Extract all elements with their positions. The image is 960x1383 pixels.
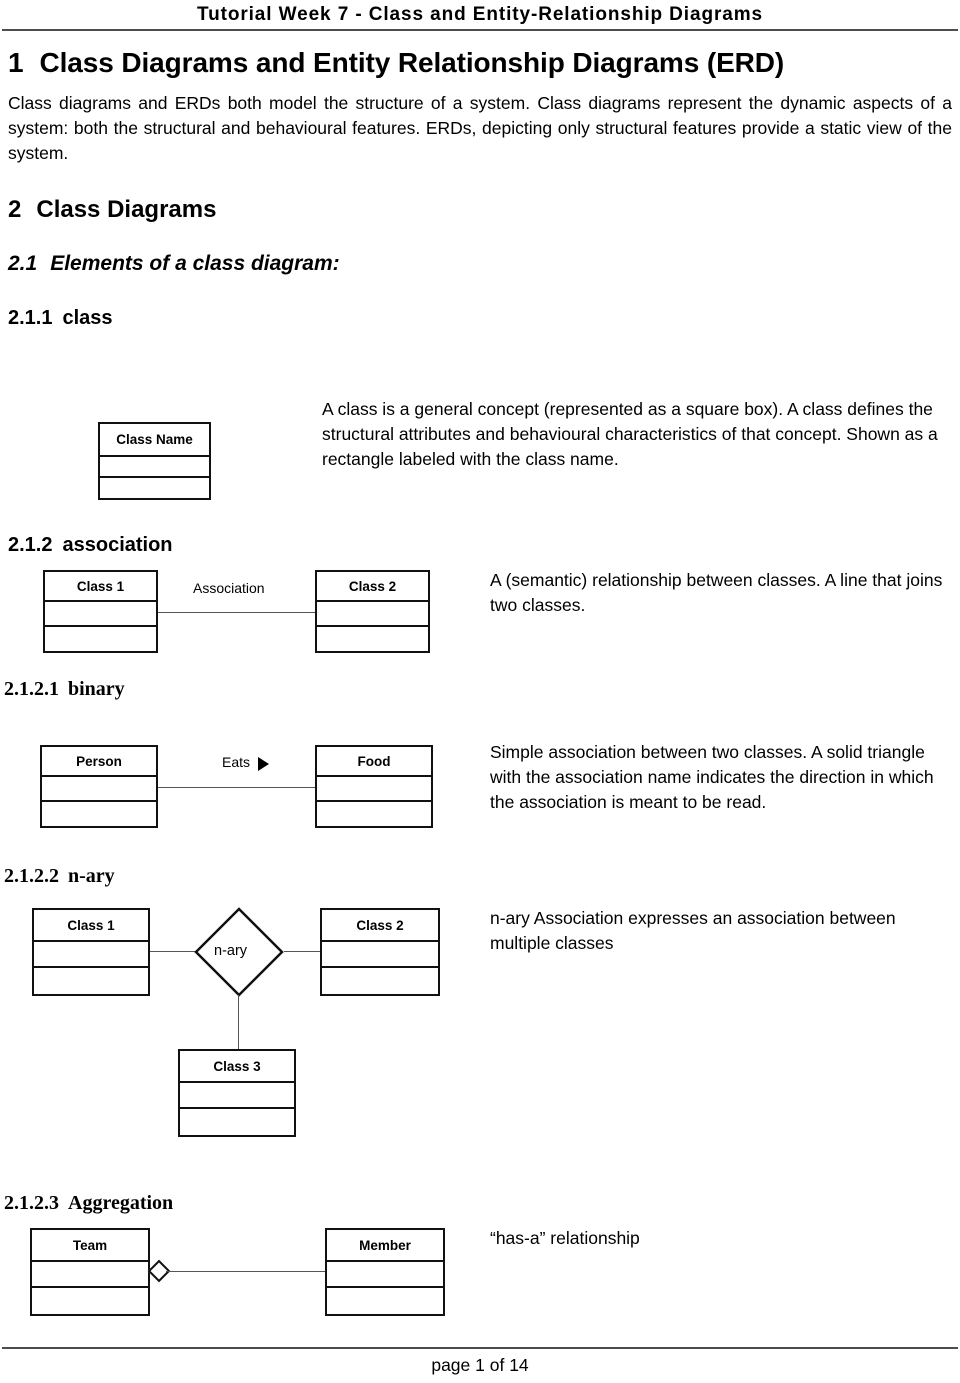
header-divider <box>2 29 958 31</box>
uml-class-name-compartment: Class 3 <box>180 1051 294 1083</box>
nary-diamond-label: n-ary <box>214 943 248 959</box>
footer-divider <box>2 1347 958 1349</box>
heading-section-2-1-2: 2.1.2 association <box>8 534 173 557</box>
heading-section-1-title: Class Diagrams and Entity Relationship D… <box>39 47 785 78</box>
heading-section-2-1-1-number: 2.1.1 <box>8 307 53 329</box>
heading-section-2-1-2-title: association <box>62 534 173 556</box>
uml-class-name-compartment: Member <box>327 1230 443 1262</box>
heading-section-2-1-2-3-title: Aggregation <box>68 1192 174 1214</box>
binary-description-text: Simple association between two classes. … <box>490 742 934 812</box>
association-connector-line <box>158 612 315 613</box>
uml-class-box-member: Member <box>325 1228 445 1316</box>
heading-section-2: 2 Class Diagrams <box>8 196 216 224</box>
uml-class-operations-compartment <box>34 968 148 994</box>
uml-class-box-class-name: Class Name <box>98 422 211 500</box>
association-description-text: A (semantic) relationship between classe… <box>490 570 943 615</box>
aggregation-description-text: “has-a” relationship <box>490 1228 640 1248</box>
uml-class-box-class-1-nary: Class 1 <box>32 908 150 996</box>
uml-class-name-compartment: Class 2 <box>317 572 428 602</box>
heading-section-2-1-number: 2.1 <box>8 252 38 275</box>
uml-class-attributes-compartment <box>42 777 156 802</box>
uml-class-box-class-2-nary: Class 2 <box>320 908 440 996</box>
heading-section-2-1-2-3: 2.1.2.3 Aggregation <box>4 1192 173 1215</box>
uml-class-attributes-compartment <box>327 1262 443 1288</box>
heading-section-2-number: 2 <box>8 196 22 223</box>
uml-class-attributes-compartment <box>32 1262 148 1288</box>
uml-class-attributes-compartment <box>34 942 148 968</box>
uml-class-name-compartment: Food <box>317 747 431 777</box>
heading-section-2-1-2-2-title: n-ary <box>68 865 115 887</box>
uml-class-box-team: Team <box>30 1228 150 1316</box>
heading-section-2-1-2-number: 2.1.2 <box>8 534 53 556</box>
page-header-title: Tutorial Week 7 - Class and Entity-Relat… <box>197 4 763 25</box>
uml-class-attributes-compartment <box>317 777 431 802</box>
heading-section-2-1-2-2: 2.1.2.2 n-ary <box>4 865 115 888</box>
uml-class-box-class-2-association: Class 2 <box>315 570 430 653</box>
heading-section-2-1-2-2-number: 2.1.2.2 <box>4 865 59 887</box>
nary-bottom-connector-line <box>238 995 239 1051</box>
uml-class-attributes-compartment <box>317 602 428 627</box>
uml-class-operations-compartment <box>32 1288 148 1314</box>
uml-class-attributes-compartment <box>100 457 209 478</box>
heading-section-2-1-2-1-number: 2.1.2.1 <box>4 678 59 700</box>
uml-class-name-compartment: Class 2 <box>322 910 438 942</box>
uml-class-operations-compartment <box>317 802 431 826</box>
heading-section-2-1-title: Elements of a class diagram: <box>50 252 340 275</box>
uml-class-operations-compartment <box>45 627 156 651</box>
heading-section-2-1-1-title: class <box>62 307 113 329</box>
heading-section-2-1-2-3-number: 2.1.2.3 <box>4 1192 59 1214</box>
uml-class-name-compartment: Class Name <box>100 424 209 457</box>
uml-class-attributes-compartment <box>45 602 156 627</box>
solid-right-triangle-icon <box>258 757 269 771</box>
uml-class-operations-compartment <box>42 802 156 826</box>
uml-class-operations-compartment <box>327 1288 443 1314</box>
aggregation-connector-line <box>166 1271 325 1272</box>
footer-page-label: page 1 of 14 <box>431 1355 529 1375</box>
uml-class-attributes-compartment <box>322 942 438 968</box>
class-description-text: A class is a general concept (represente… <box>322 399 938 469</box>
heading-section-1: 1 Class Diagrams and Entity Relationship … <box>8 47 784 79</box>
section-1-body: Class diagrams and ERDs both model the s… <box>8 93 952 163</box>
uml-class-name-compartment: Class 1 <box>45 572 156 602</box>
uml-class-operations-compartment <box>180 1109 294 1135</box>
uml-class-attributes-compartment <box>180 1083 294 1109</box>
uml-class-box-class-3-nary: Class 3 <box>178 1049 296 1137</box>
nary-description-text: n-ary Association expresses an associati… <box>490 908 896 953</box>
heading-section-2-1-2-1: 2.1.2.1 binary <box>4 678 125 701</box>
heading-section-2-1-1: 2.1.1 class <box>8 307 113 330</box>
uml-class-box-food: Food <box>315 745 433 828</box>
heading-section-2-1-2-1-title: binary <box>68 678 125 700</box>
uml-class-box-class-1-association: Class 1 <box>43 570 158 653</box>
nary-left-connector-line <box>150 951 196 952</box>
heading-section-2-title: Class Diagrams <box>36 196 217 223</box>
uml-class-operations-compartment <box>322 968 438 994</box>
nary-right-connector-line <box>284 951 322 952</box>
uml-class-name-compartment: Person <box>42 747 156 777</box>
binary-connector-line <box>158 787 315 788</box>
heading-section-1-number: 1 <box>8 47 24 78</box>
uml-class-operations-compartment <box>317 627 428 651</box>
uml-class-box-person: Person <box>40 745 158 828</box>
uml-class-operations-compartment <box>100 478 209 498</box>
association-edge-label: Association <box>193 580 265 596</box>
uml-class-name-compartment: Team <box>32 1230 148 1262</box>
binary-edge-label: Eats <box>222 754 251 770</box>
uml-class-name-compartment: Class 1 <box>34 910 148 942</box>
heading-section-2-1: 2.1 Elements of a class diagram: <box>8 252 340 276</box>
